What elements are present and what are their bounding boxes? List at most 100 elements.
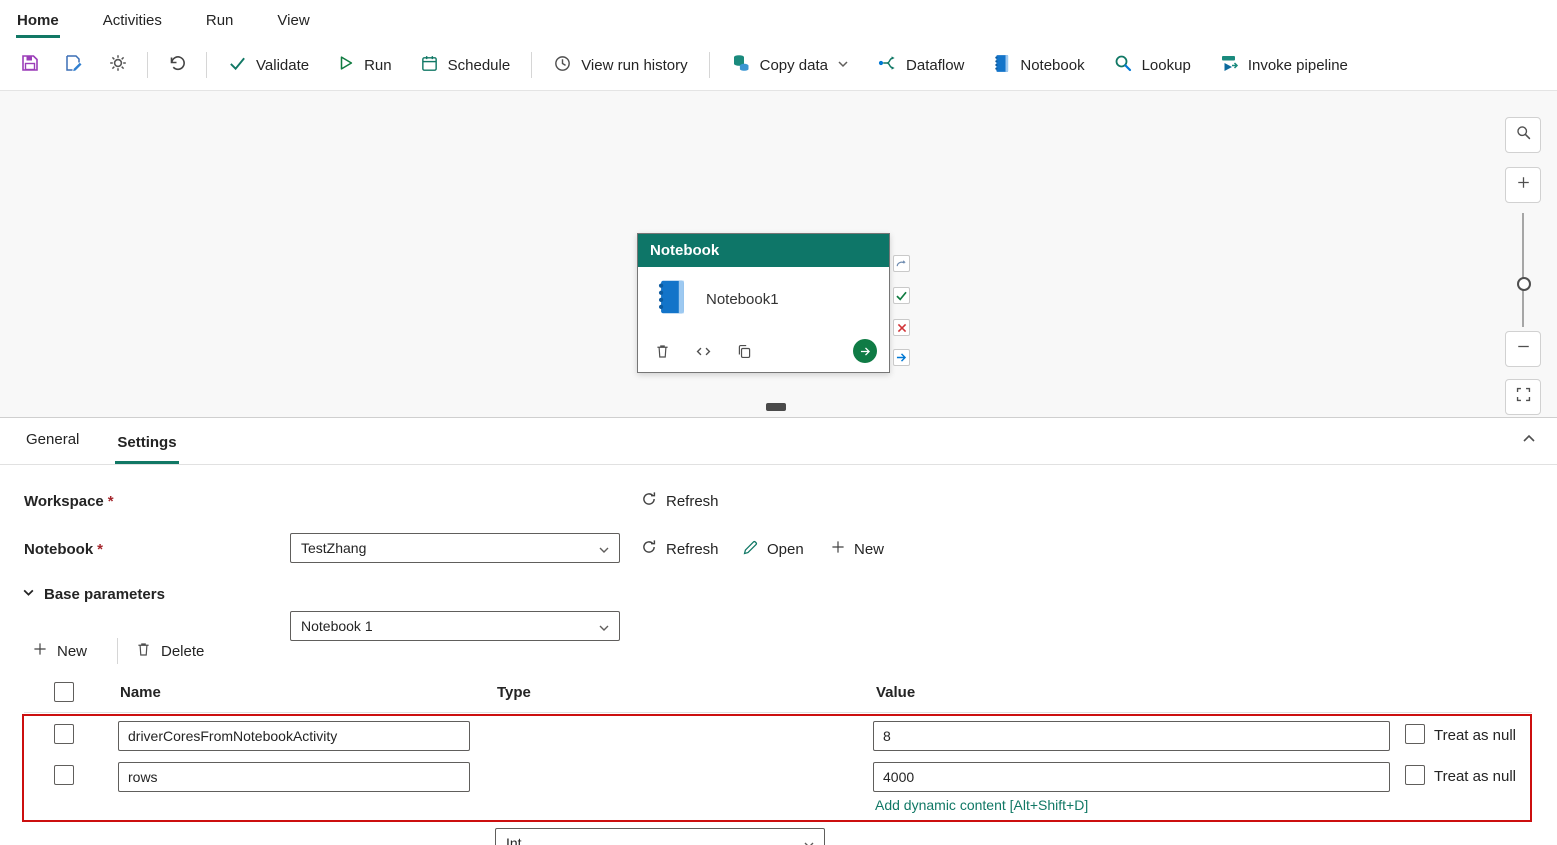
code-view-icon[interactable] [695, 343, 712, 360]
zoom-in-button[interactable] [1505, 167, 1541, 203]
notebook-activity-card[interactable]: Notebook Notebook1 [637, 233, 890, 373]
validate-label: Validate [256, 56, 310, 74]
schedule-button[interactable]: Schedule [406, 46, 525, 84]
table-header-divider [24, 712, 1532, 713]
port-skip-icon[interactable] [893, 255, 910, 272]
pencil-icon [742, 539, 759, 560]
lookup-button[interactable]: Lookup [1099, 46, 1205, 84]
pipeline-editor: Home Activities Run View Validate Run Sc… [0, 0, 1557, 845]
column-header-value: Value [876, 684, 916, 701]
port-success-icon[interactable] [893, 287, 910, 304]
canvas-search-button[interactable] [1505, 117, 1541, 153]
chevron-down-icon [598, 621, 610, 637]
copy-data-label: Copy data [759, 56, 829, 74]
menu-view[interactable]: View [276, 3, 310, 38]
row-checkbox[interactable] [54, 724, 74, 744]
play-icon [337, 54, 355, 76]
save-as-button[interactable] [52, 46, 96, 84]
fit-to-screen-button[interactable] [1505, 379, 1541, 415]
fit-to-screen-icon [1515, 386, 1532, 408]
undo-icon [167, 53, 187, 78]
notebook-icon [654, 278, 688, 321]
param-value-input[interactable] [873, 762, 1390, 792]
param-type-dropdown[interactable]: Int [495, 828, 825, 845]
panel-resize-handle[interactable] [766, 403, 786, 411]
zoom-out-button[interactable] [1505, 331, 1541, 367]
notebook-button[interactable]: Notebook [978, 46, 1098, 84]
notebook-dropdown-value: Notebook 1 [301, 618, 373, 634]
gear-icon [108, 53, 128, 78]
invoke-pipeline-button[interactable]: Invoke pipeline [1205, 46, 1362, 84]
notebook-open-button[interactable]: Open [742, 534, 804, 564]
treat-as-null-checkbox[interactable] [1405, 765, 1425, 785]
zoom-slider-knob[interactable] [1517, 277, 1531, 291]
tab-general[interactable]: General [24, 419, 81, 464]
lookup-icon [1113, 53, 1133, 77]
view-run-history-label: View run history [581, 56, 688, 74]
run-label: Run [364, 56, 392, 74]
search-icon [1515, 124, 1532, 146]
row-checkbox[interactable] [54, 765, 74, 785]
select-all-checkbox[interactable] [54, 682, 74, 702]
workspace-refresh-label: Refresh [666, 492, 719, 510]
tab-settings[interactable]: Settings [115, 422, 179, 464]
add-dynamic-content-link[interactable]: Add dynamic content [Alt+Shift+D] [875, 797, 1088, 813]
toolbar-separator [708, 52, 710, 78]
lookup-label: Lookup [1141, 56, 1191, 74]
trash-icon [135, 641, 152, 662]
pipeline-canvas[interactable]: Notebook Notebook1 [0, 91, 1557, 418]
menu-activities[interactable]: Activities [102, 3, 163, 38]
dataflow-icon [877, 53, 897, 77]
port-completion-icon[interactable] [893, 349, 910, 366]
treat-as-null-label: Treat as null [1434, 727, 1516, 744]
save-button[interactable] [8, 46, 52, 84]
parameter-new-button[interactable]: New [32, 634, 87, 668]
copy-data-icon [731, 53, 751, 77]
dataflow-button[interactable]: Dataflow [863, 46, 978, 84]
parameter-delete-button[interactable]: Delete [135, 634, 204, 668]
dataflow-label: Dataflow [906, 56, 965, 74]
workspace-label: Workspace * [24, 493, 114, 510]
validate-button[interactable]: Validate [214, 46, 323, 84]
toolbar: Validate Run Schedule View run history C… [0, 40, 1557, 91]
schedule-label: Schedule [447, 56, 511, 74]
chevron-down-icon [837, 57, 849, 74]
zoom-slider-track[interactable] [1522, 213, 1524, 327]
notebook-refresh-label: Refresh [666, 540, 719, 558]
clone-activity-icon[interactable] [736, 343, 753, 360]
menu-run[interactable]: Run [205, 3, 235, 38]
plus-icon [830, 539, 846, 559]
delete-activity-icon[interactable] [654, 343, 671, 360]
activity-name: Notebook1 [706, 291, 779, 308]
notebook-refresh-button[interactable]: Refresh [640, 534, 719, 564]
param-name-input[interactable] [118, 721, 470, 751]
treat-as-null-checkbox[interactable] [1405, 724, 1425, 744]
notebook-new-label: New [854, 540, 885, 558]
menu-home[interactable]: Home [16, 3, 60, 38]
add-next-activity-button[interactable] [853, 339, 877, 363]
collapse-panel-button[interactable] [1521, 431, 1537, 452]
column-header-name: Name [120, 684, 161, 701]
copy-data-button[interactable]: Copy data [717, 46, 863, 84]
undo-button[interactable] [155, 46, 199, 84]
invoke-pipeline-label: Invoke pipeline [1247, 56, 1348, 74]
column-header-type: Type [497, 684, 531, 701]
param-name-input[interactable] [118, 762, 470, 792]
notebook-label-text: Notebook [24, 541, 94, 558]
workspace-refresh-button[interactable]: Refresh [640, 486, 719, 516]
port-fail-icon[interactable] [893, 319, 910, 336]
workspace-label-text: Workspace [24, 493, 104, 510]
notebook-dropdown[interactable]: Notebook 1 [290, 611, 620, 641]
minus-icon [1516, 339, 1531, 359]
view-run-history-button[interactable]: View run history [539, 46, 701, 84]
param-value-input[interactable] [873, 721, 1390, 751]
refresh-icon [640, 538, 658, 560]
clock-icon [553, 54, 572, 77]
notebook-new-button[interactable]: New [830, 534, 884, 564]
notebook-label: Notebook * [24, 541, 103, 558]
base-parameters-header[interactable]: Base parameters [22, 586, 165, 603]
base-parameters-title: Base parameters [44, 586, 165, 603]
settings-button[interactable] [96, 46, 140, 84]
workspace-dropdown[interactable]: TestZhang [290, 533, 620, 563]
run-button[interactable]: Run [323, 46, 406, 84]
